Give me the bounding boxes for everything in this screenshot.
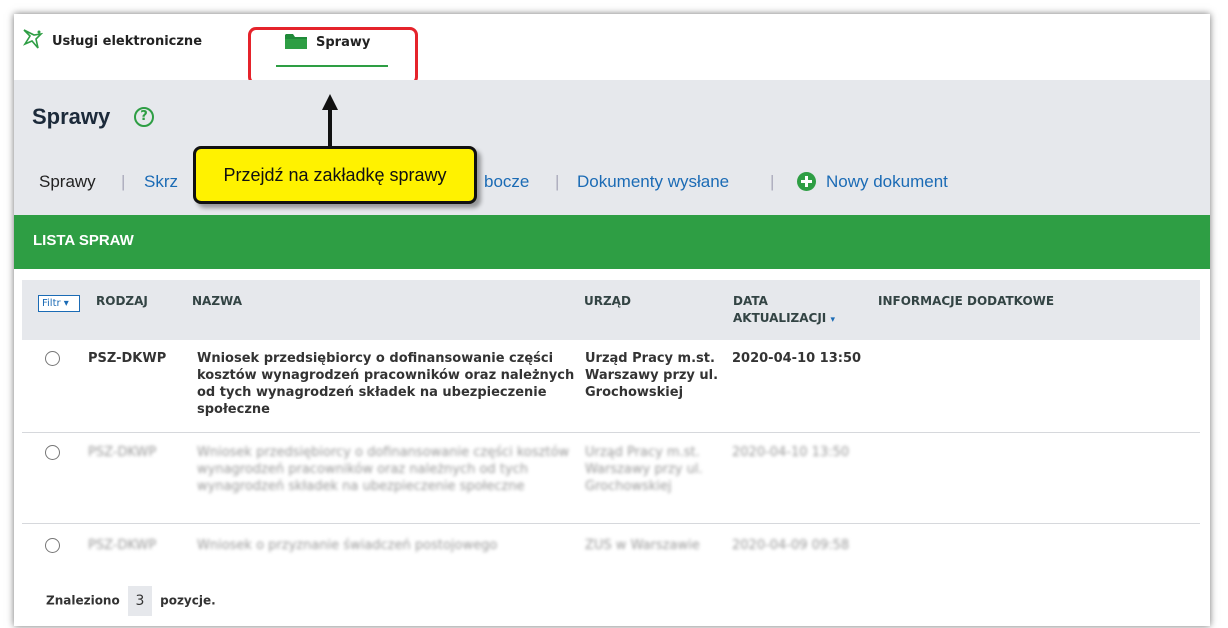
cell-nazwa: Wniosek o przyznanie świadczeń postojowe… (197, 538, 498, 553)
app-logo-icon (22, 29, 43, 49)
filter-button[interactable]: Filtr ▾ (38, 295, 80, 312)
cell-data: 2020-04-10 13:50 (732, 351, 862, 366)
row-divider (22, 432, 1200, 433)
results-prefix: Znaleziono (46, 593, 120, 608)
sort-desc-icon: ▾ (830, 315, 835, 325)
cell-rodzaj: PSZ-DKWP (88, 538, 157, 553)
column-nazwa[interactable]: NAZWA (192, 294, 242, 308)
cell-urzad: Urząd Pracy m.st. Warszawy przy ul. Groc… (585, 445, 703, 494)
cell-rodzaj: PSZ-DKWP (88, 351, 167, 366)
row-radio-icon[interactable] (45, 445, 60, 460)
nav-sprawy[interactable]: Sprawy (39, 172, 96, 192)
nav-separator: | (770, 172, 775, 191)
top-bar: Usługi elektroniczne Sprawy (14, 14, 1210, 80)
nav-dokumenty-wyslane[interactable]: Dokumenty wysłane (577, 172, 729, 192)
row-radio-icon[interactable] (45, 351, 60, 366)
cell-nazwa: Wniosek przedsiębiorcy o dofinansowanie … (197, 351, 575, 417)
column-rodzaj[interactable]: RODZAJ (96, 294, 148, 308)
page-title: Sprawy (32, 104, 111, 129)
column-data-line2: AKTUALIZACJI (733, 311, 827, 325)
row-divider (22, 523, 1200, 524)
help-icon[interactable]: ? (134, 107, 154, 127)
plus-circle-icon (797, 172, 816, 191)
app-window: Usługi elektroniczne Sprawy Sprawy ? Spr… (14, 14, 1210, 626)
results-number: 3 (127, 586, 152, 616)
nav-skrzynka[interactable]: Skrz (144, 172, 178, 192)
callout-highlight-box (248, 27, 418, 85)
nav-robocze[interactable]: bocze (484, 172, 529, 192)
cell-rodzaj: PSZ-DKWP (88, 445, 157, 460)
cell-nazwa: Wniosek przedsiębiorcy o dofinansowanie … (197, 445, 570, 494)
nav-separator: | (121, 172, 126, 191)
nav-nowy-dokument[interactable]: Nowy dokument (826, 172, 948, 192)
cell-urzad: ZUS w Warszawie (585, 538, 700, 553)
table-header: Filtr ▾ RODZAJ NAZWA URZĄD DATA AKTUALIZ… (22, 280, 1200, 340)
results-count: Znaleziono 3 pozycje. (46, 586, 216, 616)
cell-data: 2020-04-09 09:58 (732, 538, 850, 553)
list-heading: LISTA SPRAW (33, 232, 134, 249)
instruction-tooltip: Przejdź na zakładkę sprawy (193, 146, 477, 204)
row-radio-icon[interactable] (45, 538, 60, 553)
column-urzad[interactable]: URZĄD (584, 294, 631, 308)
results-suffix: pozycje. (160, 593, 216, 608)
nav-separator: | (555, 172, 560, 191)
column-data-aktualizacji[interactable]: AKTUALIZACJI ▾ (733, 311, 835, 325)
cell-urzad: Urząd Pracy m.st. Warszawy przy ul. Groc… (585, 351, 719, 400)
column-informacje[interactable]: INFORMACJE DODATKOWE (878, 294, 1054, 308)
brand-link[interactable]: Usługi elektroniczne (52, 34, 202, 49)
cell-data: 2020-04-10 13:50 (732, 445, 850, 460)
column-data-line1[interactable]: DATA (733, 294, 768, 308)
list-heading-bar: LISTA SPRAW (14, 215, 1210, 269)
